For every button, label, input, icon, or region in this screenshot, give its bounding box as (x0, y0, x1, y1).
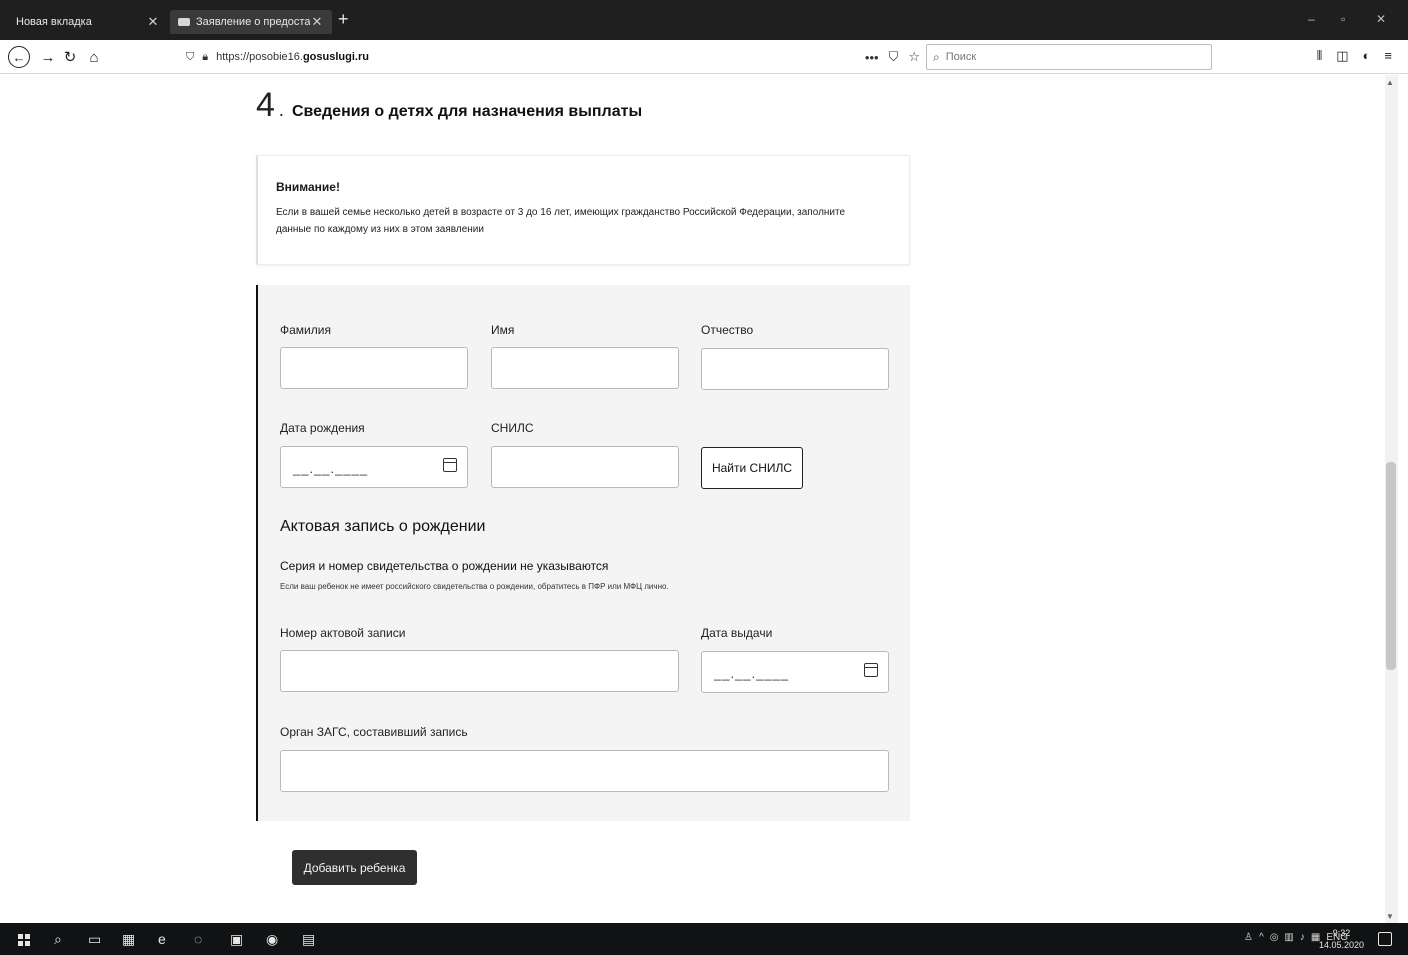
name-label: Имя (491, 323, 515, 337)
people-icon[interactable]: ♙ (1244, 932, 1253, 943)
site-favicon-icon (178, 18, 190, 26)
bookmark-star-icon[interactable]: ☆ (908, 49, 920, 65)
library-icon[interactable]: ⫴ (1317, 48, 1322, 64)
forward-icon[interactable]: → (36, 46, 60, 68)
section-heading: 4 . Сведения о детях для назначения выпл… (256, 86, 642, 125)
zags-input[interactable] (280, 750, 889, 792)
clock-date: 14.05.2020 (1318, 940, 1364, 950)
record-number-input[interactable] (280, 650, 679, 692)
birthdate-input[interactable]: __.__.____ (280, 446, 468, 488)
patronymic-label: Отчество (701, 323, 754, 337)
minimize-icon[interactable]: – (1308, 12, 1315, 26)
volume-icon[interactable]: ♪ (1300, 932, 1305, 943)
address-bar-actions: ••• ⛉ ☆ (865, 45, 920, 69)
search-icon[interactable]: ⌕ (54, 931, 62, 948)
home-icon[interactable]: ⌂ (82, 46, 106, 68)
tab-application[interactable]: Заявление о предоставлении ✕ (170, 10, 332, 34)
new-tab-button[interactable]: + (338, 9, 349, 30)
close-tab-icon[interactable]: ✕ (146, 14, 160, 30)
clock-time: 9:32 (1332, 928, 1351, 938)
issue-date-placeholder: __.__.____ (714, 666, 790, 681)
extension-icon[interactable]: ◐ (1363, 48, 1371, 64)
section-number-dot: . (278, 100, 284, 120)
restore-icon[interactable]: ▫ (1341, 12, 1345, 26)
back-icon[interactable]: ← (8, 46, 30, 68)
snils-label: СНИЛС (491, 421, 534, 435)
tracking-shield-icon[interactable]: ⛉ (186, 51, 194, 64)
birth-record-note-title: Серия и номер свидетельства о рождении н… (280, 559, 609, 573)
lock-icon[interactable]: 🔒︎ (202, 51, 208, 64)
issue-date-label: Дата выдачи (701, 626, 773, 640)
birth-record-note-text: Если ваш ребенок не имеет российского св… (280, 582, 669, 591)
hamburger-menu-icon[interactable]: ≡ (1384, 48, 1392, 64)
task-view-icon[interactable]: ▭ (88, 931, 101, 948)
store-icon[interactable]: ▣ (230, 931, 243, 948)
browser-tab-bar: Новая вкладка ✕ Заявление о предоставлен… (0, 0, 1408, 40)
scroll-down-icon[interactable]: ▼ (1386, 912, 1394, 921)
tray-expand-icon[interactable]: ^ (1259, 932, 1264, 943)
calendar-icon[interactable] (443, 458, 457, 472)
tab-label: Заявление о предоставлении (196, 16, 310, 28)
child-info-form: Фамилия Имя Отчество Дата рождения __.__… (256, 285, 910, 821)
snils-input[interactable] (491, 446, 679, 488)
section-number: 4 (256, 86, 275, 124)
notice-title: Внимание! (276, 180, 340, 194)
search-icon: ⌕ (933, 49, 940, 64)
find-snils-button[interactable]: Найти СНИЛС (701, 447, 803, 489)
app-icon[interactable]: ◌ (194, 931, 202, 947)
name-input[interactable] (491, 347, 679, 389)
sidebar-icon[interactable]: ◫ (1336, 48, 1348, 64)
windows-start-icon[interactable] (18, 934, 30, 946)
edge-browser-icon[interactable]: e (158, 931, 166, 947)
search-placeholder: Поиск (945, 51, 977, 63)
notifications-icon[interactable] (1378, 932, 1392, 946)
section-title: Сведения о детях для назначения выплаты (291, 103, 643, 120)
issue-date-input[interactable]: __.__.____ (701, 651, 889, 693)
window-close-icon[interactable]: ✕ (1376, 12, 1386, 26)
url-prefix: https://posobie16. (216, 51, 303, 63)
system-clock[interactable]: 9:32 14.05.2020 (1319, 927, 1364, 951)
network-icon[interactable]: ▥ (1284, 932, 1293, 943)
patronymic-input[interactable] (701, 348, 889, 390)
page-scrollbar-thumb[interactable] (1386, 462, 1396, 670)
tab-label: Новая вкладка (16, 16, 92, 28)
file-explorer-icon[interactable]: ▦ (122, 931, 135, 948)
tab-new-tab[interactable]: Новая вкладка ✕ (8, 10, 168, 34)
browser-nav-bar: ← → ↻ ⌂ ⛉ 🔒︎ https://posobie16. gosuslugi… (0, 40, 1408, 74)
attention-notice: Внимание! Если в вашей семье несколько д… (256, 155, 910, 265)
birthdate-label: Дата рождения (280, 421, 365, 435)
notice-text: Если в вашей семье несколько детей в воз… (276, 207, 846, 235)
url-domain: gosuslugi.ru (302, 51, 369, 63)
firefox-icon[interactable]: ◉ (266, 931, 278, 948)
tray-app-icon[interactable]: ◎ (1270, 932, 1279, 943)
search-input[interactable]: ⌕ Поиск (926, 44, 1212, 70)
close-tab-icon[interactable]: ✕ (310, 14, 324, 30)
scroll-up-icon[interactable]: ▲ (1386, 78, 1394, 87)
windows-taskbar: ⌕ ▭ ▦ e ◌ ▣ ◉ ▤ ♙ ^ ◎ ▥ ♪ ▦ ENG 9:32 14.… (0, 923, 1408, 955)
surname-input[interactable] (280, 347, 468, 389)
zags-label: Орган ЗАГС, составивший запись (280, 725, 468, 739)
surname-label: Фамилия (280, 323, 331, 337)
address-bar[interactable]: ⛉ 🔒︎ https://posobie16. gosuslugi.ru ••• … (186, 45, 920, 69)
birth-record-title: Актовая запись о рождении (280, 518, 486, 535)
add-child-button[interactable]: Добавить ребенка (292, 850, 417, 885)
birthdate-placeholder: __.__.____ (293, 461, 369, 476)
toolbar-icons: ⫴ ◫ ◐ ≡ (1317, 48, 1392, 64)
pocket-icon[interactable]: ⛉ (889, 49, 899, 65)
document-icon[interactable]: ▤ (302, 931, 315, 948)
reload-icon[interactable]: ↻ (58, 46, 82, 68)
record-number-label: Номер актовой записи (280, 626, 406, 640)
page-actions-menu-icon[interactable]: ••• (865, 50, 879, 65)
calendar-icon[interactable] (864, 663, 878, 677)
